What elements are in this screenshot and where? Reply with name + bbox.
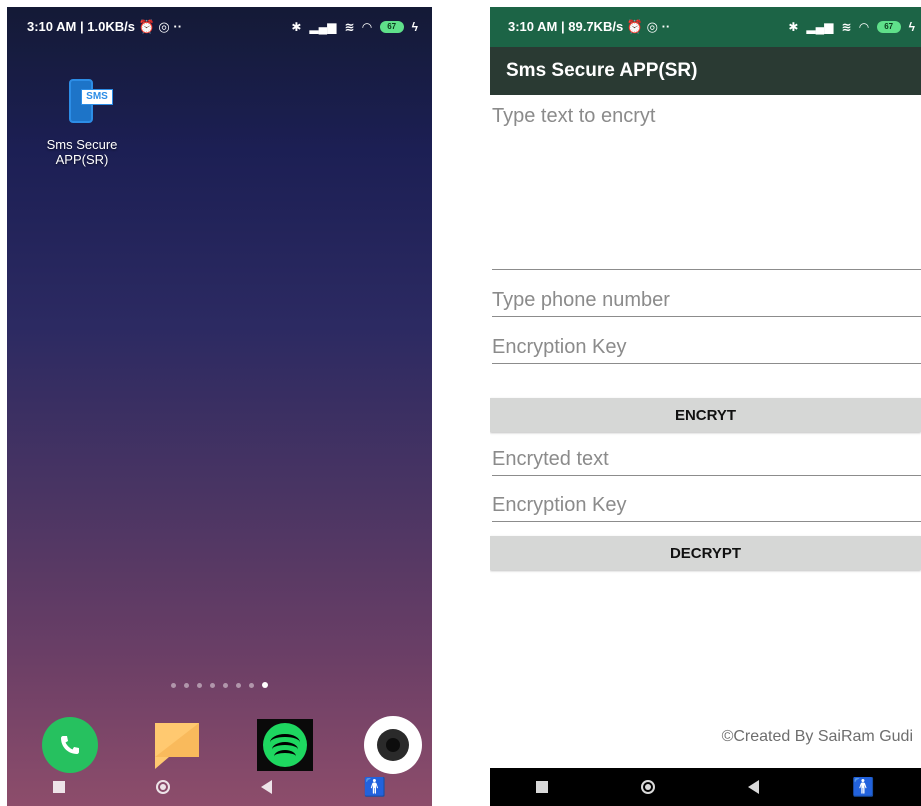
recents-icon[interactable]: [52, 781, 65, 793]
navigation-bar: 🚹: [7, 768, 432, 806]
page-dot: [210, 683, 215, 688]
status-net-speed: 89.7KB/s: [568, 19, 624, 34]
accessibility-icon[interactable]: 🚹: [852, 778, 874, 796]
status-left: 3:10 AM | 1.0KB/s ⏰ ◎ ··: [27, 19, 183, 34]
app-bar: Sms Secure APP(SR): [490, 47, 921, 95]
app-title: Sms Secure APP(SR): [506, 60, 698, 81]
signal-icon: ▂▄▆: [309, 20, 337, 34]
wifi-icon: ◠: [362, 20, 372, 34]
status-bar: 3:10 AM | 89.7KB/s ⏰ ◎ ·· ✱ ▂▄▆ ≋ ◠ 67 ϟ: [490, 7, 921, 47]
encryption-key-placeholder: Encryption Key: [492, 336, 627, 358]
status-time: 3:10 AM: [508, 19, 558, 34]
decryption-key-placeholder: Encryption Key: [492, 494, 627, 516]
decryption-key-input[interactable]: Encryption Key: [492, 494, 921, 522]
signal-icon: ▂▄▆: [806, 20, 834, 34]
message-input[interactable]: Type text to encryt: [492, 105, 921, 270]
status-net-speed: 1.0KB/s: [87, 19, 135, 34]
page-dot: [184, 683, 189, 688]
status-bar: 3:10 AM | 1.0KB/s ⏰ ◎ ·· ✱ ▂▄▆ ≋ ◠ 67 ϟ: [7, 7, 432, 47]
home-icon[interactable]: [156, 780, 171, 794]
encryption-key-input[interactable]: Encryption Key: [492, 336, 921, 364]
bluetooth-icon: ✱: [788, 20, 799, 34]
eye-icon: ◎: [646, 19, 658, 34]
page-dot: [249, 683, 254, 688]
page-dot: [223, 683, 228, 688]
sms-badge: SMS: [81, 89, 113, 105]
app-screen: 3:10 AM | 89.7KB/s ⏰ ◎ ·· ✱ ▂▄▆ ≋ ◠ 67 ϟ…: [490, 7, 921, 806]
status-time: 3:10 AM: [27, 19, 77, 34]
battery-icon: 67: [379, 21, 404, 33]
home-icon[interactable]: [641, 780, 656, 794]
status-left: 3:10 AM | 89.7KB/s ⏰ ◎ ··: [508, 19, 671, 34]
decrypt-button[interactable]: DECRYPT: [490, 536, 921, 570]
message-input-placeholder: Type text to encryt: [492, 105, 656, 127]
status-more: ··: [661, 19, 671, 34]
encrypted-text-placeholder: Encryted text: [492, 448, 609, 470]
charging-icon: ϟ: [908, 20, 915, 34]
back-icon[interactable]: [748, 780, 760, 794]
navigation-bar: 🚹: [490, 768, 921, 806]
battery-icon: 67: [876, 21, 901, 33]
page-dot: [262, 682, 268, 688]
accessibility-icon[interactable]: 🚹: [364, 778, 386, 796]
status-right: ✱ ▂▄▆ ≋ ◠ 67 ϟ: [788, 20, 915, 34]
phone-icon[interactable]: [42, 717, 98, 773]
page-dot: [236, 683, 241, 688]
alarm-off-icon: ⏰: [626, 19, 643, 34]
page-dot: [171, 683, 176, 688]
alarm-off-icon: ⏰: [138, 19, 155, 34]
vpn-icon: ≋: [841, 20, 852, 34]
page-dot: [197, 683, 202, 688]
phone-number-input[interactable]: Type phone number: [492, 289, 921, 317]
messages-icon[interactable]: [149, 717, 205, 773]
charging-icon: ϟ: [411, 20, 418, 34]
sms-app-icon: SMS: [55, 75, 113, 129]
phone-number-placeholder: Type phone number: [492, 289, 670, 311]
dock: [42, 716, 422, 774]
eye-icon: ◎: [158, 19, 170, 34]
bluetooth-icon: ✱: [291, 20, 302, 34]
spotify-icon[interactable]: [256, 719, 313, 771]
vpn-icon: ≋: [344, 20, 355, 34]
recents-icon[interactable]: [536, 781, 549, 793]
back-icon[interactable]: [261, 780, 273, 794]
app-shortcut-label: Sms Secure APP(SR): [46, 137, 118, 167]
camera-icon[interactable]: [363, 716, 422, 774]
status-right: ✱ ▂▄▆ ≋ ◠ 67 ϟ: [291, 20, 418, 34]
page-indicator: [7, 682, 432, 688]
home-screen: 3:10 AM | 1.0KB/s ⏰ ◎ ·· ✱ ▂▄▆ ≋ ◠ 67 ϟ …: [7, 7, 432, 806]
credit-text: ©Created By SaiRam Gudi: [721, 728, 913, 745]
encrypt-button[interactable]: ENCRYT: [490, 398, 921, 432]
status-more: ··: [173, 19, 183, 34]
wifi-icon: ◠: [859, 20, 869, 34]
decrypt-button-label: DECRYPT: [669, 544, 742, 562]
encrypted-text-input[interactable]: Encryted text: [492, 448, 921, 476]
encrypt-button-label: ENCRYT: [674, 406, 737, 424]
app-shortcut-sms-secure[interactable]: SMS Sms Secure APP(SR): [27, 75, 137, 167]
